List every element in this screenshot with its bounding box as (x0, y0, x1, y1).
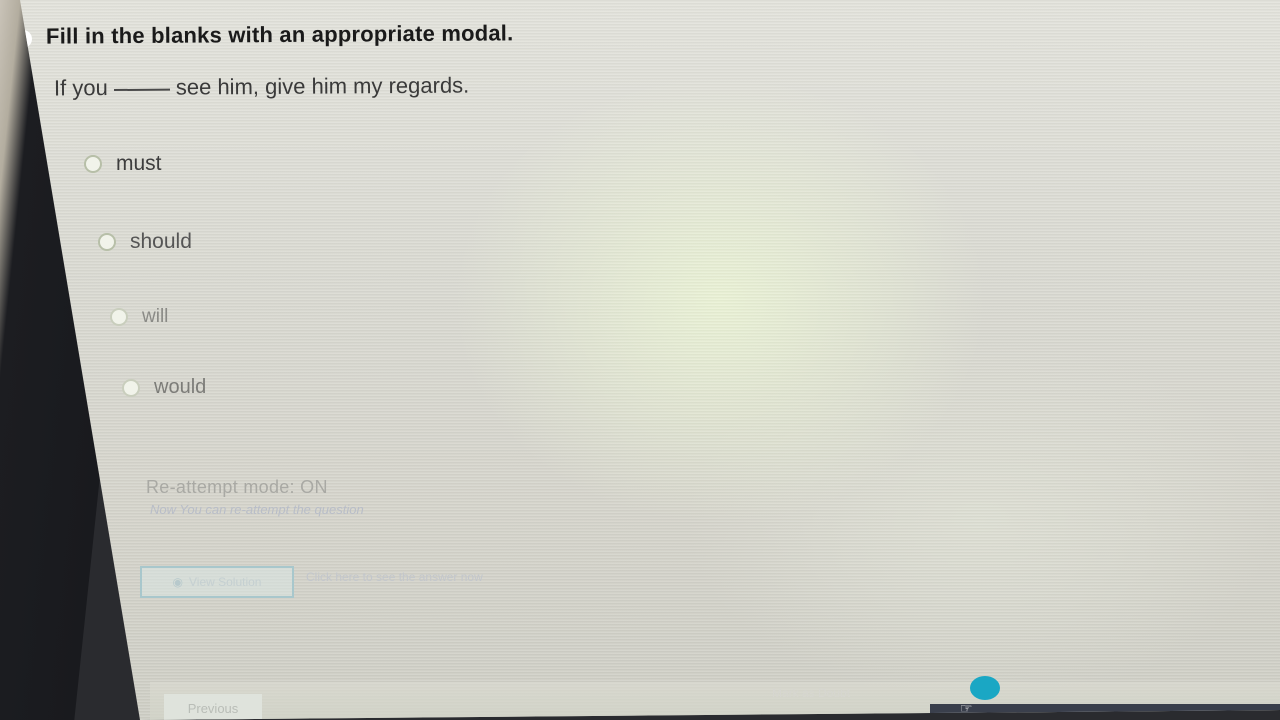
taskbar (930, 704, 1280, 720)
question-text: If you see him, give him my regards. (54, 73, 469, 102)
eye-icon: ◉ (172, 575, 183, 589)
reattempt-status: Re-attempt mode: ON (146, 477, 328, 497)
radio-button[interactable] (122, 378, 140, 397)
radio-button[interactable] (110, 308, 128, 326)
option-label: must (116, 152, 162, 175)
hand-cursor-icon: ☞ (960, 700, 973, 716)
cursor-highlight (970, 676, 1000, 700)
previous-button[interactable]: Previous (164, 694, 262, 720)
option-will[interactable]: will (110, 306, 168, 328)
question-heading: Fill in the blanks with an appropriate m… (45, 20, 514, 49)
option-must[interactable]: must (84, 152, 162, 176)
option-label: should (130, 230, 192, 253)
screen: Fill in the blanks with an appropriate m… (12, 0, 1280, 720)
option-would[interactable]: would (122, 376, 206, 399)
reattempt-subtitle: Now You can re-attempt the question (150, 502, 364, 517)
solution-hint: Click here to see the answer now (306, 570, 483, 584)
mark-doubt-link[interactable]: Mark as Doubt (772, 686, 850, 700)
option-label: will (142, 306, 169, 327)
view-solution-button[interactable]: ◉ View Solution (140, 566, 294, 598)
radio-button[interactable] (98, 233, 116, 251)
question-text-before: If you (53, 75, 108, 101)
view-solution-label: View Solution (188, 575, 262, 589)
question-text-after: see him, give him my regards. (175, 72, 470, 100)
answer-blank (113, 88, 170, 92)
option-should[interactable]: should (98, 230, 192, 254)
radio-button[interactable] (84, 155, 102, 173)
option-label: would (154, 376, 207, 398)
footer-bar (150, 682, 1280, 720)
